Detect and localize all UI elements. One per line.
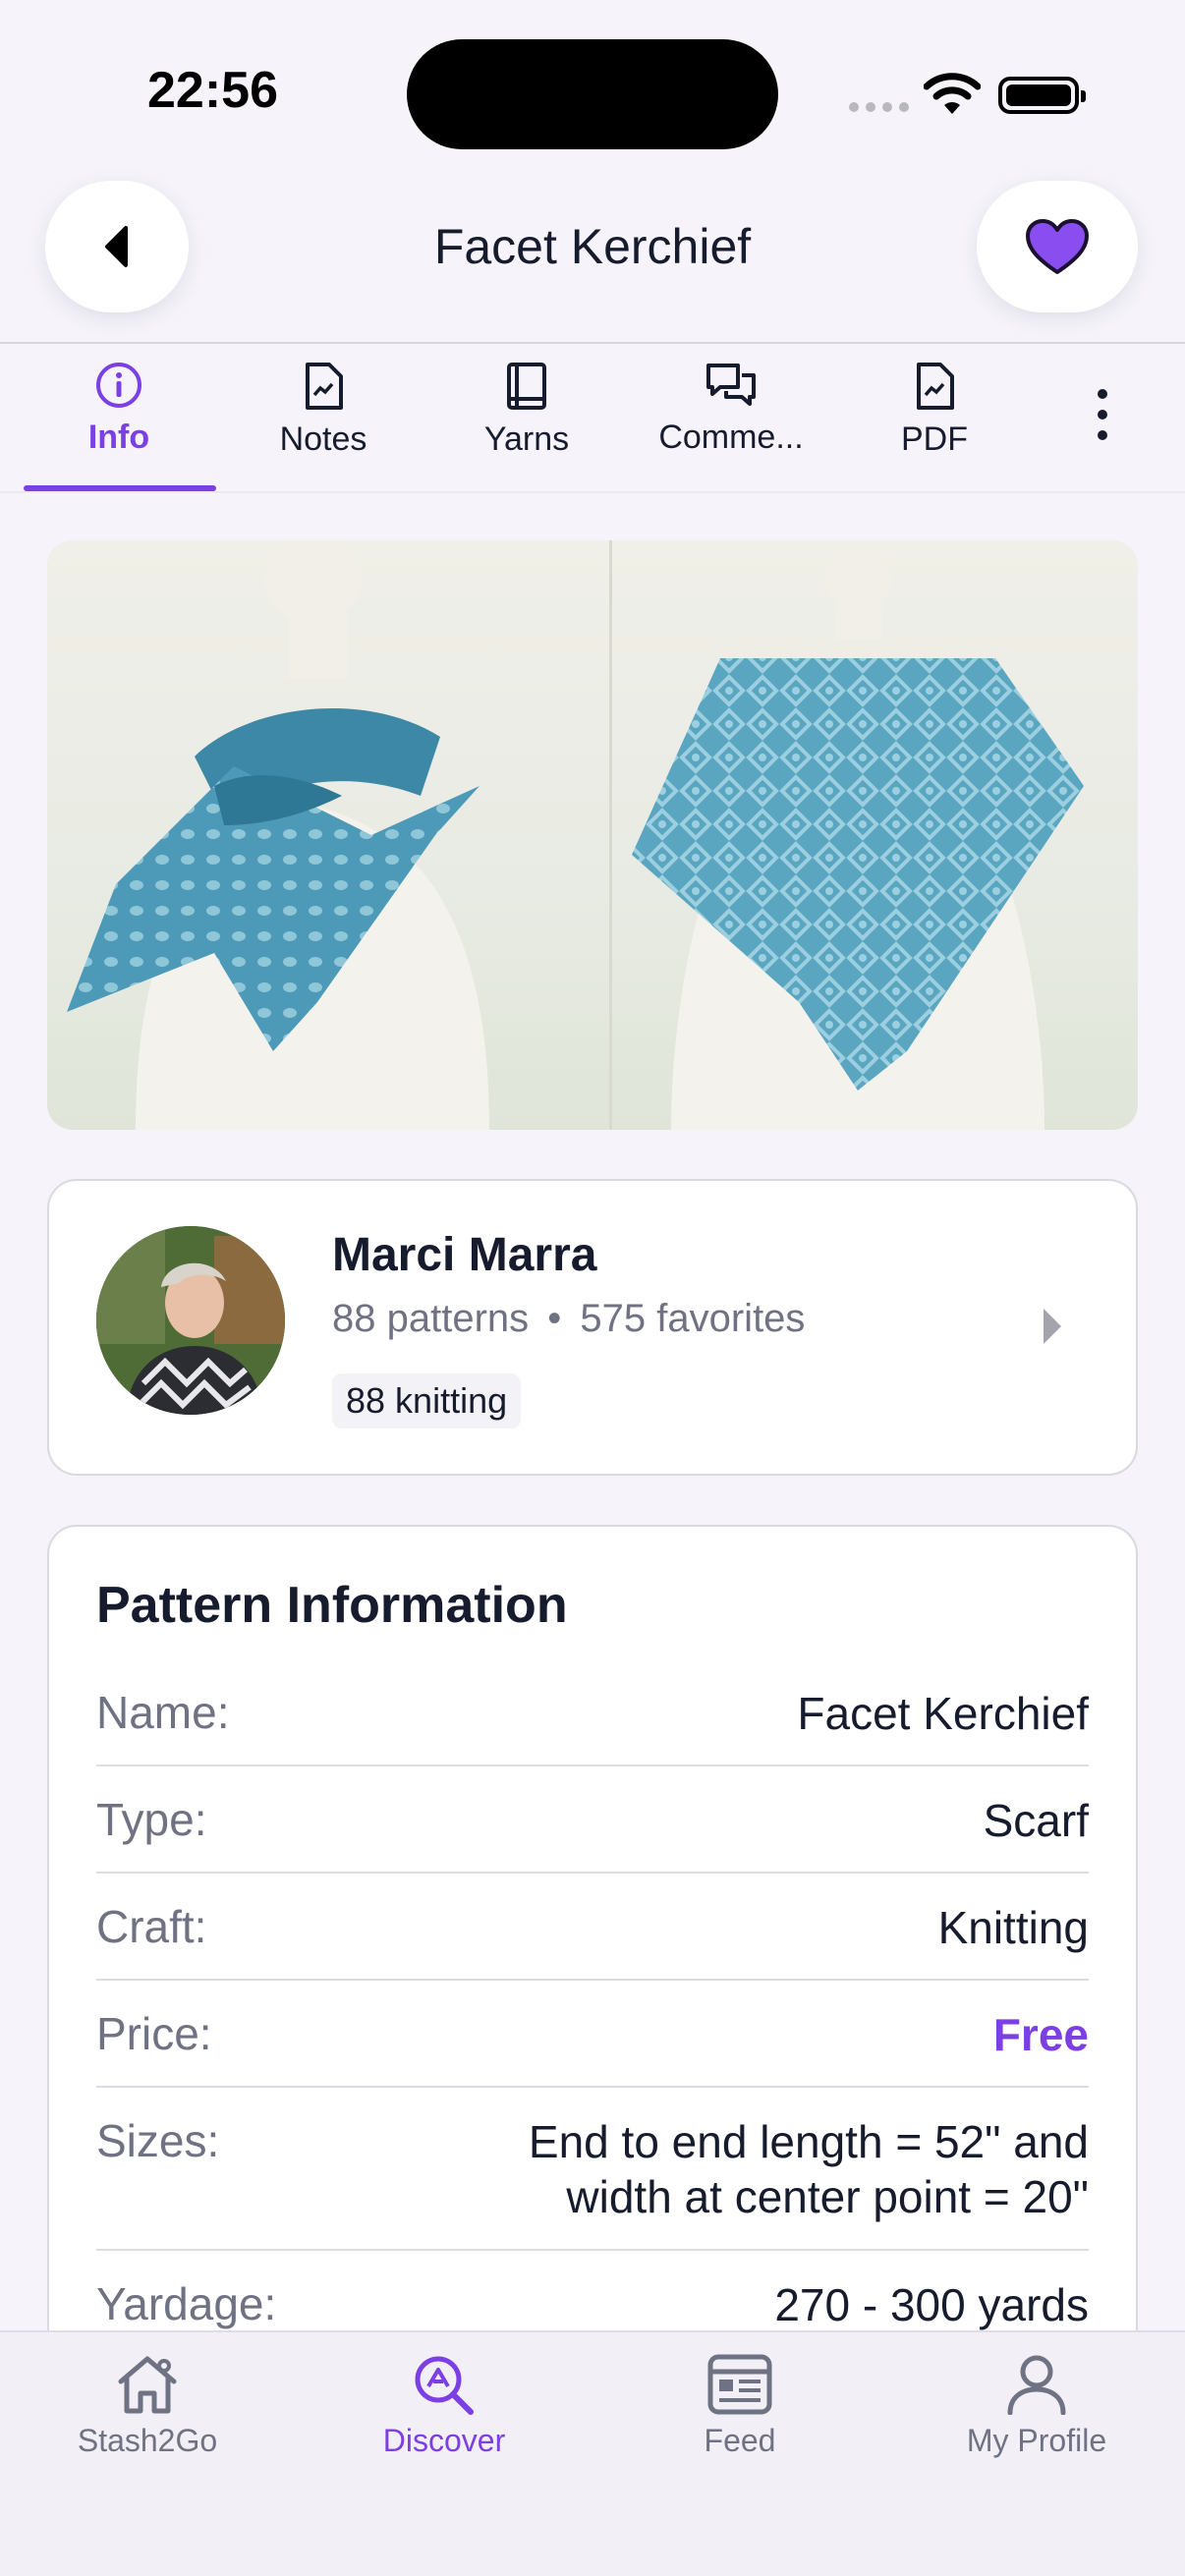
pattern-photo-gallery[interactable] (47, 540, 1138, 1130)
stats-separator: • (547, 1297, 562, 1340)
chat-icon (706, 364, 756, 406)
nav-stash2go[interactable]: Stash2Go (0, 2354, 295, 2459)
tab-comments-label: Comme... (658, 419, 804, 456)
home-icon (118, 2356, 177, 2414)
tab-pdf-label: PDF (901, 420, 968, 458)
info-icon (96, 363, 141, 408)
tab-notes-label: Notes (279, 420, 367, 458)
info-row-yardage: Yardage: 270 - 300 yards (96, 2277, 1089, 2332)
document-icon (306, 363, 343, 410)
designer-pattern-count: 88 patterns (332, 1297, 530, 1340)
nav-feed[interactable]: Feed (592, 2354, 887, 2459)
pattern-photo-1 (47, 540, 609, 1130)
heart-icon (1026, 219, 1089, 274)
designer-favorites-count: 575 favorites (580, 1297, 806, 1340)
wifi-icon (924, 73, 981, 114)
info-divider (96, 1872, 1089, 1874)
book-icon (507, 363, 546, 410)
info-row-type: Type: Scarf (96, 1793, 1089, 1848)
nav-my-profile[interactable]: My Profile (889, 2354, 1184, 2459)
info-row-craft: Craft: Knitting (96, 1900, 1089, 1955)
info-label: Yardage: (96, 2278, 277, 2329)
nav-stash2go-label: Stash2Go (77, 2423, 218, 2458)
info-value: Knitting (937, 1902, 1089, 1953)
pattern-photo-2 (609, 540, 1138, 1130)
info-label: Craft: (96, 1901, 207, 1952)
info-value: Scarf (983, 1795, 1089, 1846)
info-value: Facet Kerchief (797, 1688, 1089, 1739)
info-label: Price: (96, 2008, 212, 2059)
nav-feed-label: Feed (704, 2423, 776, 2458)
tab-yarns-label: Yarns (483, 420, 570, 458)
profile-icon (1007, 2355, 1066, 2415)
tab-yarns[interactable]: Yarns (428, 362, 625, 459)
more-options-button[interactable] (1081, 389, 1124, 440)
info-label: Sizes: (96, 2115, 220, 2166)
tabs-divider (0, 491, 1185, 493)
battery-icon (998, 77, 1086, 114)
tab-info-label: Info (87, 419, 150, 456)
tab-notes[interactable]: Notes (225, 362, 422, 459)
nav-discover[interactable]: Discover (297, 2354, 592, 2459)
tab-pdf[interactable]: PDF (836, 362, 1033, 459)
designer-stats: 88 patterns • 575 favorites (332, 1297, 805, 1341)
dynamic-island (407, 39, 778, 149)
pattern-info-title: Pattern Information (96, 1577, 568, 1634)
discover-search-icon (415, 2356, 474, 2415)
price-value: Free (992, 2009, 1089, 2060)
info-divider (96, 1979, 1089, 1981)
designer-avatar (96, 1226, 285, 1415)
info-row-name: Name: Facet Kerchief (96, 1686, 1089, 1741)
header-divider (0, 342, 1185, 344)
designer-name: Marci Marra (332, 1229, 597, 1281)
info-label: Name: (96, 1687, 230, 1738)
tab-comments[interactable]: Comme... (633, 362, 829, 457)
active-tab-indicator (24, 485, 216, 491)
info-value: End to end length = 52" and width at cen… (528, 2116, 1089, 2222)
favorite-button[interactable] (977, 181, 1138, 312)
info-divider (96, 1764, 1089, 1766)
info-row-price: Price: Free (96, 2007, 1089, 2062)
tab-info[interactable]: Info (21, 362, 217, 457)
chevron-right-icon (1044, 1309, 1061, 1344)
status-time: 22:56 (147, 62, 278, 119)
info-value: 270 - 300 yards (774, 2279, 1089, 2330)
info-divider (96, 2086, 1089, 2088)
nav-my-profile-label: My Profile (966, 2423, 1107, 2458)
info-label: Type: (96, 1794, 207, 1845)
nav-discover-label: Discover (382, 2423, 506, 2458)
cellular-signal-icon (849, 102, 909, 112)
feed-icon (707, 2354, 772, 2415)
info-divider (96, 2249, 1089, 2251)
designer-craft-badge: 88 knitting (332, 1373, 522, 1428)
pdf-icon (917, 363, 954, 410)
info-row-sizes: Sizes: End to end length = 52" and width… (96, 2114, 1089, 2224)
